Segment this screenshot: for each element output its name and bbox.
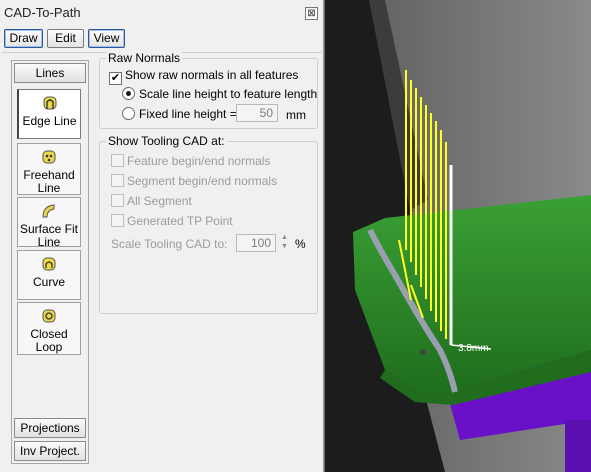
raw-normals-title: Raw Normals — [106, 51, 183, 65]
freehand-line-icon — [42, 150, 56, 164]
edit-menu-button[interactable]: Edit — [47, 29, 84, 48]
measurement-label: 3.8mm — [458, 343, 489, 354]
spin-up-icon[interactable]: ▲ — [280, 234, 289, 242]
closed-loop-tool[interactable]: Closed Loop — [17, 302, 81, 355]
checkmark-icon[interactable]: ✔ — [109, 72, 122, 85]
freehand-line-tool[interactable]: Freehand Line — [17, 143, 81, 195]
surface-fit-line-tool[interactable]: Surface Fit Line — [17, 197, 81, 249]
segment-normals-checkbox[interactable]: Segment begin/end normals — [111, 174, 277, 188]
lines-button[interactable]: Lines — [14, 63, 86, 83]
close-icon[interactable]: ⊠ — [305, 7, 318, 20]
fixed-line-height-label: Fixed line height = — [139, 107, 237, 121]
scale-tooling-label: Scale Tooling CAD to: — [111, 237, 228, 251]
curve-icon — [42, 257, 56, 271]
checkbox-icon[interactable] — [111, 154, 124, 167]
feature-normals-checkbox[interactable]: Feature begin/end normals — [111, 154, 270, 168]
all-segment-checkbox[interactable]: All Segment — [111, 194, 192, 208]
show-raw-normals-label: Show raw normals in all features — [125, 68, 299, 82]
fixed-line-height-field[interactable]: 50 — [236, 104, 278, 122]
purple-leg — [565, 420, 591, 472]
view-menu-button[interactable]: View — [88, 29, 125, 48]
scale-line-height-label: Scale line height to feature length — [139, 87, 318, 101]
cad-to-path-panel: CAD-To-Path ⊠ Draw Edit View Lines Edge … — [0, 0, 324, 472]
fixed-line-height-unit: mm — [286, 108, 306, 122]
curve-tool[interactable]: Curve — [17, 250, 81, 300]
screw-hole — [420, 349, 426, 355]
all-segment-label: All Segment — [127, 194, 192, 208]
surface-fit-line-label: Surface Fit Line — [19, 222, 79, 249]
closed-loop-label: Closed Loop — [30, 327, 68, 354]
segment-normals-label: Segment begin/end normals — [127, 174, 278, 188]
surface-fit-line-icon — [42, 204, 55, 218]
checkbox-icon[interactable] — [111, 214, 124, 227]
3d-viewport[interactable]: 3.8mm — [325, 0, 591, 472]
tool-column: Lines Edge Line Freehand Line Surface Fi… — [11, 60, 89, 464]
fixed-line-height-radio[interactable]: Fixed line height = — [122, 107, 237, 121]
freehand-line-label: Freehand Line — [23, 168, 75, 195]
edge-line-label: Edge Line — [22, 114, 77, 128]
raw-normals-group: Raw Normals ✔ Show raw normals in all fea… — [99, 51, 318, 129]
inv-projections-button[interactable]: Inv Project. — [14, 441, 86, 461]
spin-down-icon[interactable]: ▼ — [280, 243, 289, 251]
tooling-cad-title: Show Tooling CAD at: — [106, 134, 227, 148]
checkbox-icon[interactable] — [111, 174, 124, 187]
generated-tp-label: Generated TP Point — [127, 214, 233, 228]
generated-tp-checkbox[interactable]: Generated TP Point — [111, 214, 233, 228]
radio-selected-icon[interactable] — [122, 87, 135, 100]
feature-normals-label: Feature begin/end normals — [127, 154, 271, 168]
tooling-cad-group: Show Tooling CAD at: Feature begin/end n… — [99, 134, 318, 314]
edge-line-tool[interactable]: Edge Line — [17, 89, 81, 139]
window-title: CAD-To-Path — [4, 5, 81, 20]
show-raw-normals-checkbox[interactable]: ✔ Show raw normals in all features — [109, 68, 298, 85]
projections-button[interactable]: Projections — [14, 418, 86, 438]
title-bar: CAD-To-Path ⊠ — [0, 0, 324, 26]
closed-loop-icon — [42, 309, 56, 323]
viewport-canvas — [325, 0, 591, 472]
edge-line-icon — [43, 96, 56, 110]
scale-tooling-field[interactable]: 100 — [236, 234, 276, 252]
radio-unselected-icon[interactable] — [122, 107, 135, 120]
checkbox-icon[interactable] — [111, 194, 124, 207]
scale-tooling-unit: % — [295, 237, 306, 251]
scale-line-height-radio[interactable]: Scale line height to feature length — [122, 87, 317, 101]
draw-menu-button[interactable]: Draw — [4, 29, 43, 48]
curve-label: Curve — [32, 275, 65, 289]
